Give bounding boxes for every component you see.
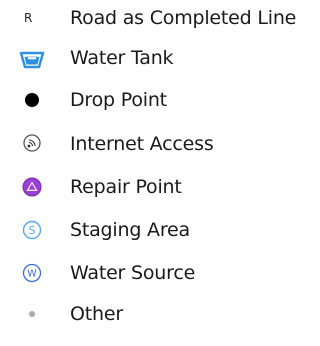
other-dot-icon	[18, 300, 46, 328]
legend-label-water-source: Water Source	[70, 262, 196, 284]
map-legend: R Road as Completed Line Water Tank Drop…	[0, 0, 320, 346]
drop-point-dot-icon	[18, 86, 46, 114]
water-source-w-icon: W	[18, 259, 46, 287]
svg-text:S: S	[29, 224, 36, 237]
legend-item-road: R Road as Completed Line	[0, 0, 320, 36]
svg-text:W: W	[27, 269, 37, 280]
road-letter-r-icon: R	[18, 4, 46, 32]
legend-item-staging-area: S Staging Area	[0, 212, 320, 248]
internet-access-icon	[18, 130, 46, 158]
legend-label-staging-area: Staging Area	[70, 219, 190, 241]
legend-label-drop-point: Drop Point	[70, 89, 167, 111]
legend-label-road: Road as Completed Line	[70, 7, 297, 29]
legend-item-repair-point: Repair Point	[0, 169, 320, 205]
legend-label-water-tank: Water Tank	[70, 47, 174, 69]
legend-label-internet-access: Internet Access	[70, 133, 214, 155]
legend-item-drop-point: Drop Point	[0, 82, 320, 118]
legend-item-water-tank: Water Tank	[0, 40, 320, 76]
svg-text:R: R	[24, 11, 32, 25]
legend-item-internet-access: Internet Access	[0, 126, 320, 162]
legend-item-water-source: W Water Source	[0, 255, 320, 291]
legend-label-other: Other	[70, 303, 123, 325]
legend-item-other: Other	[0, 296, 320, 332]
staging-area-s-icon: S	[18, 216, 46, 244]
legend-label-repair-point: Repair Point	[70, 176, 182, 198]
water-tank-icon	[18, 44, 46, 72]
repair-point-triangle-icon	[18, 173, 46, 201]
